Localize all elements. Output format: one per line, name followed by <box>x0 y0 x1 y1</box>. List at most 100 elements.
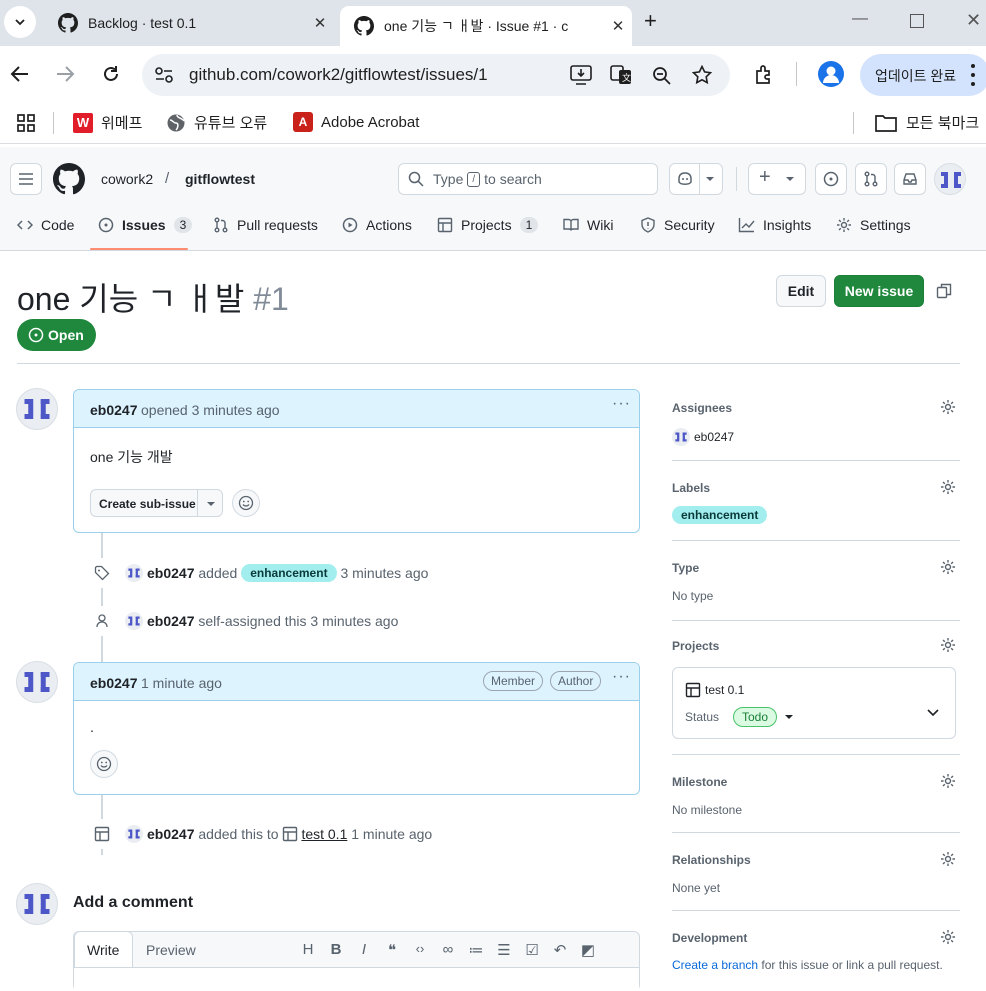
tab-code[interactable]: Code <box>17 217 74 233</box>
inbox-button[interactable] <box>894 163 926 195</box>
italic-icon[interactable]: I <box>356 941 372 959</box>
sidebar-type: Type No type <box>672 541 960 621</box>
repo-owner-link[interactable]: cowork2 <box>101 171 153 187</box>
header-divider-line <box>17 363 960 364</box>
kebab-menu-icon[interactable]: ··· <box>612 668 631 686</box>
add-reaction-button[interactable] <box>232 489 260 517</box>
toolbar-divider <box>796 62 797 86</box>
site-info-icon[interactable] <box>154 66 174 84</box>
minimize-icon[interactable]: — <box>852 10 868 28</box>
translate-icon[interactable]: 文 <box>610 65 632 85</box>
tab-wiki[interactable]: Wiki <box>563 217 613 233</box>
tab-search-button[interactable] <box>4 6 36 38</box>
edit-title-button[interactable]: Edit <box>776 275 826 307</box>
apps-grid-icon[interactable] <box>16 113 36 133</box>
quote-icon[interactable]: ❝ <box>384 941 400 959</box>
search-input[interactable]: Type / to search <box>398 163 658 195</box>
slash-command-icon[interactable]: ◩ <box>580 941 596 959</box>
create-sub-issue-button[interactable]: Create sub-issue <box>90 489 223 517</box>
gear-icon[interactable] <box>940 479 956 495</box>
unordered-list-icon[interactable]: ≔ <box>468 941 484 959</box>
tab-settings[interactable]: Settings <box>836 217 911 233</box>
maximize-icon[interactable] <box>910 14 924 28</box>
tab-write[interactable]: Write <box>74 931 133 968</box>
tab-code-label: Code <box>41 217 75 233</box>
repo-name-link[interactable]: gitflowtest <box>185 171 255 187</box>
browser-menu-icon[interactable] <box>971 64 975 86</box>
link-icon[interactable]: ∞ <box>440 941 456 959</box>
new-tab-button[interactable]: + <box>644 8 657 34</box>
issues-shortcut-button[interactable] <box>815 163 847 195</box>
caret-down-icon[interactable] <box>206 501 216 507</box>
gear-icon[interactable] <box>940 851 956 867</box>
github-logo-icon[interactable] <box>53 163 85 195</box>
task-list-icon[interactable]: ☑ <box>524 941 540 959</box>
tab-issues[interactable]: Issues 3 <box>98 217 193 233</box>
update-button[interactable]: 업데이트 완료 <box>860 54 986 96</box>
comment-textarea[interactable] <box>74 967 639 991</box>
status-dropdown[interactable]: Todo <box>733 707 794 727</box>
forward-arrow-icon[interactable] <box>55 65 75 83</box>
extensions-icon[interactable] <box>754 64 776 86</box>
add-reaction-button[interactable] <box>90 750 118 778</box>
create-branch-link[interactable]: Create a branch <box>672 958 758 972</box>
enhancement-label-badge[interactable]: enhancement <box>241 564 337 582</box>
browser-tab-issue[interactable]: one 기능 ㄱ ㅐ발 · Issue #1 · c ✕ <box>340 6 632 46</box>
bold-icon[interactable]: B <box>328 941 344 959</box>
new-issue-button[interactable]: New issue <box>834 275 924 307</box>
gear-icon[interactable] <box>940 929 956 945</box>
current-user-avatar[interactable] <box>16 883 58 925</box>
project-link[interactable]: test 0.1 <box>301 826 347 842</box>
comment-author[interactable]: eb0247 <box>90 675 137 691</box>
timeline-time: 3 minutes ago <box>340 565 429 581</box>
reload-icon[interactable] <box>101 64 121 84</box>
gear-icon[interactable] <box>940 399 956 415</box>
tab-security[interactable]: Security <box>640 217 715 233</box>
close-window-icon[interactable]: ✕ <box>966 10 981 31</box>
bookmark-star-icon[interactable] <box>692 65 712 85</box>
comment-author[interactable]: eb0247 <box>90 402 137 418</box>
bookmark-youtube-error[interactable]: 유튜브 오류 <box>166 112 267 133</box>
project-name-row[interactable]: test 0.1 <box>685 682 744 698</box>
gear-icon[interactable] <box>940 559 956 575</box>
tab-insights[interactable]: Insights <box>738 217 811 233</box>
sidebar-value: None yet <box>672 881 721 895</box>
zoom-icon[interactable] <box>652 66 672 86</box>
pull-requests-shortcut-button[interactable] <box>855 163 887 195</box>
bookmark-wemakeprice[interactable]: W 위메프 <box>73 112 142 133</box>
profile-avatar[interactable] <box>818 61 844 87</box>
close-tab-icon[interactable]: ✕ <box>604 17 632 35</box>
reply-icon[interactable]: ↶ <box>552 941 568 959</box>
all-bookmarks-folder[interactable]: 모든 북마크 <box>875 112 979 133</box>
gear-icon[interactable] <box>940 637 956 653</box>
timeline-actor[interactable]: eb0247 <box>147 826 194 842</box>
heading-icon[interactable]: H <box>300 941 316 959</box>
author-avatar[interactable] <box>16 661 58 703</box>
ordered-list-icon[interactable]: ☰ <box>496 941 512 959</box>
code-icon[interactable]: ‹› <box>412 941 428 959</box>
tab-projects[interactable]: Projects 1 <box>437 217 539 233</box>
create-new-button[interactable]: + <box>748 163 806 195</box>
tab-preview[interactable]: Preview <box>146 942 196 958</box>
close-tab-icon[interactable]: ✕ <box>306 14 334 32</box>
hamburger-menu-button[interactable] <box>10 163 42 195</box>
author-avatar[interactable] <box>16 388 58 430</box>
copilot-button[interactable] <box>669 163 723 195</box>
timeline-actor[interactable]: eb0247 <box>147 565 194 581</box>
gear-icon[interactable] <box>940 773 956 789</box>
copy-link-icon[interactable] <box>936 283 952 299</box>
tab-pull-requests[interactable]: Pull requests <box>213 217 318 233</box>
back-arrow-icon[interactable] <box>10 65 30 83</box>
enhancement-label-badge[interactable]: enhancement <box>672 506 768 524</box>
timeline-actor[interactable]: eb0247 <box>147 613 194 629</box>
bookmark-adobe-acrobat[interactable]: A Adobe Acrobat <box>293 112 419 132</box>
identicon-icon <box>24 894 50 914</box>
install-app-icon[interactable] <box>570 65 592 85</box>
chevron-down-icon[interactable] <box>927 709 939 717</box>
assignee-item[interactable]: eb0247 <box>672 428 734 446</box>
tab-actions[interactable]: Actions <box>342 217 412 233</box>
address-bar[interactable]: github.com/cowork2/gitflowtest/issues/1 … <box>142 54 730 96</box>
user-avatar[interactable] <box>934 163 966 195</box>
kebab-menu-icon[interactable]: ··· <box>612 395 631 413</box>
browser-tab-backlog[interactable]: Backlog · test 0.1 ✕ <box>44 6 334 40</box>
